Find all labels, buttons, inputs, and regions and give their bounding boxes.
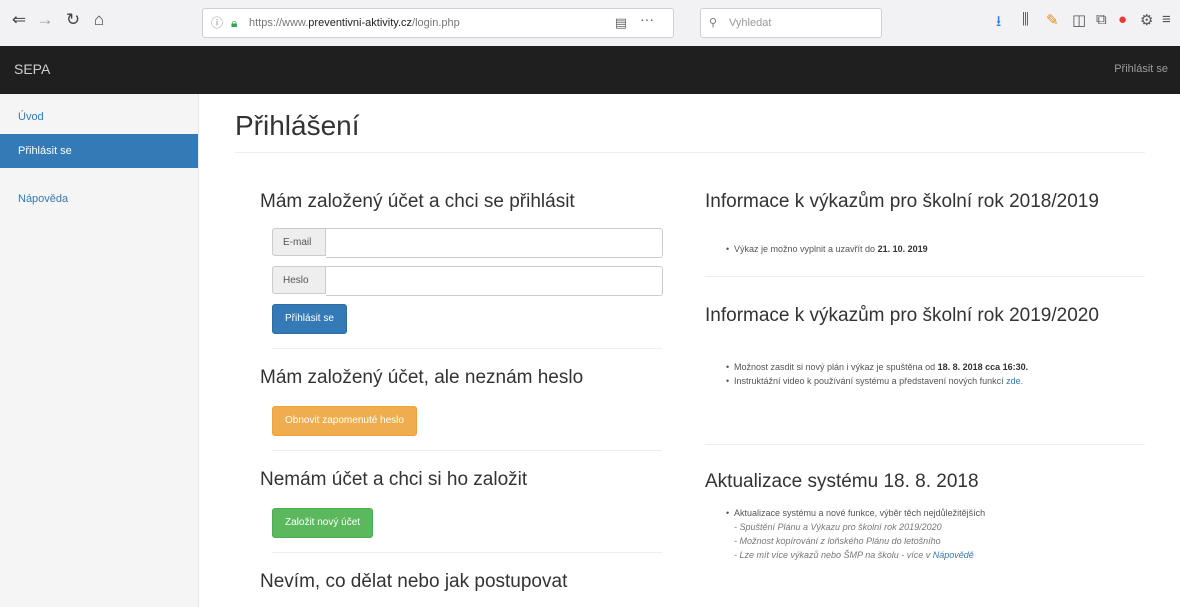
extension-icon[interactable]: ✎ (1046, 11, 1059, 29)
list-item: Možnost zasdit si nový plán i výkaz je s… (726, 360, 1116, 374)
main-content: Přihlášení Mám založený účet a chci se p… (198, 94, 1180, 607)
search-placeholder: Vyhledat (729, 17, 772, 29)
sidebar-toggle-icon[interactable]: ◫ (1072, 11, 1086, 29)
email-field: E-mail (272, 228, 663, 258)
info-2019-heading: Informace k výkazům pro školní rok 2019/… (705, 305, 1099, 326)
search-input[interactable]: ⚲ Vyhledat (700, 8, 882, 38)
brand-logo[interactable]: SEPA (14, 61, 50, 77)
menu-icon[interactable]: ≡ (1162, 11, 1171, 28)
forgot-heading: Mám založený účet, ale neznám heslo (260, 367, 584, 388)
email-label: E-mail (272, 228, 326, 256)
sidebar-item-uvod[interactable]: Úvod (0, 100, 198, 134)
password-label: Heslo (272, 266, 326, 294)
lock-icon: 🔒︎ (231, 16, 238, 30)
info-2019-list: Možnost zasdit si nový plán i výkaz je s… (726, 360, 1116, 388)
url-text: https://www.preventivni-aktivity.cz/logi… (249, 17, 460, 29)
divider (272, 348, 662, 349)
list-item: - Možnost kopírování z loňského Plánu do… (734, 536, 941, 546)
password-input[interactable] (326, 266, 663, 296)
list-item: - Lze mít více výkazů nebo ŠMP na školu … (734, 550, 974, 560)
email-input[interactable] (326, 228, 663, 258)
divider (705, 276, 1145, 277)
info-2018-heading: Informace k výkazům pro školní rok 2018/… (705, 191, 1099, 212)
register-heading: Nemám účet a chci si ho založit (260, 469, 528, 490)
sidebar: Úvod Přihlásit se Nápověda (0, 94, 199, 607)
update-heading: Aktualizace systému 18. 8. 2018 (705, 471, 979, 492)
tools-icon[interactable]: ⚙ (1140, 11, 1153, 29)
divider (272, 450, 662, 451)
login-heading: Mám založený účet a chci se přihlásit (260, 191, 575, 212)
forward-icon[interactable]: → (34, 10, 56, 30)
help-heading: Nevím, co dělat nebo jak postupovat (260, 571, 568, 592)
top-navbar: SEPA Přihlásit se (0, 46, 1180, 94)
update-list: Aktualizace systému a nové funkce, výběr… (726, 506, 1116, 562)
adblock-icon[interactable]: ● (1118, 11, 1127, 28)
sidebar-item-help[interactable]: Nápověda (0, 182, 198, 216)
sidebar-item-label: Nápověda (18, 193, 69, 205)
divider (705, 444, 1145, 445)
url-bar[interactable]: ⓘ 🔒︎ https://www.preventivni-aktivity.cz… (202, 8, 674, 38)
login-button[interactable]: Přihlásit se (272, 304, 347, 334)
divider (272, 552, 662, 553)
title-divider (235, 152, 1145, 153)
page-title: Přihlášení (235, 110, 360, 141)
reader-view-icon[interactable]: ▤ (615, 9, 627, 37)
info-2018-list: Výkaz je možno vyplnit a uzavřít do 21. … (726, 242, 1116, 256)
list-item: Instruktážní video k používání systému a… (726, 374, 1116, 388)
sidebar-item-label: Přihlásit se (18, 145, 72, 157)
reload-icon[interactable]: ↻ (62, 10, 84, 30)
download-icon[interactable]: ⭳ (996, 11, 1001, 36)
screenshot-icon[interactable]: ⧉ (1096, 11, 1107, 28)
sidebar-item-login[interactable]: Přihlásit se (0, 134, 198, 168)
navbar-login-link[interactable]: Přihlásit se (1114, 63, 1168, 75)
password-field: Heslo (272, 266, 663, 296)
home-icon[interactable]: ⌂ (88, 10, 110, 30)
video-link[interactable]: zde. (1006, 376, 1023, 386)
sidebar-item-label: Úvod (18, 111, 44, 123)
search-icon: ⚲ (709, 17, 718, 29)
create-account-button[interactable]: Založit nový účet (272, 508, 374, 538)
browser-toolbar: ⇐ → ↻ ⌂ ⓘ 🔒︎ https://www.preventivni-akt… (0, 0, 1180, 47)
list-item: Aktualizace systému a nové funkce, výběr… (726, 506, 1116, 520)
help-link[interactable]: Nápovědě (933, 550, 974, 560)
more-actions-icon[interactable]: ··· (640, 11, 654, 27)
list-item: Výkaz je možno vyplnit a uzavřít do 21. … (726, 242, 1116, 256)
library-icon[interactable]: ⫼ (1022, 11, 1029, 28)
reset-password-button[interactable]: Obnovit zapomenuté heslo (272, 406, 417, 436)
list-item: - Spuštění Plánu a Výkazu pro školní rok… (734, 522, 942, 532)
info-icon[interactable]: ⓘ (211, 9, 223, 37)
back-icon[interactable]: ⇐ (8, 10, 30, 30)
